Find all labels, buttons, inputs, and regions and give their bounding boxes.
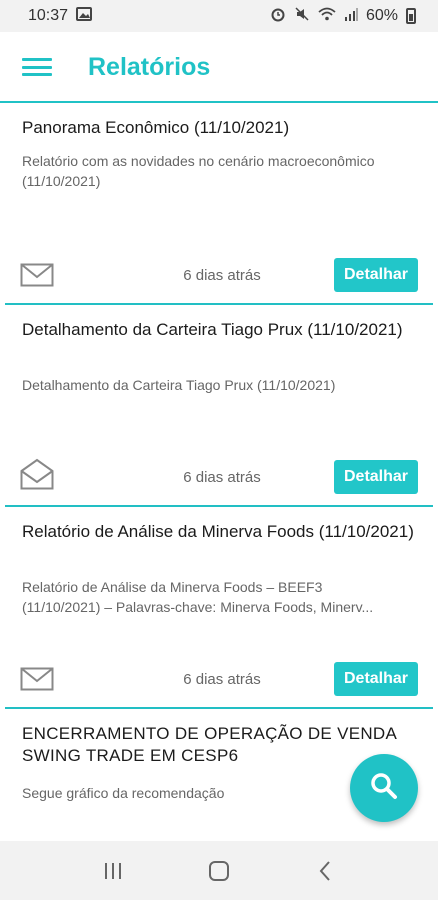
signal-icon [344,7,358,26]
battery-icon [406,8,416,24]
status-left: 10:37 [28,6,93,26]
detail-button[interactable]: Detalhar [334,258,418,292]
report-description-line-2: (11/10/2021) – Palavras-chave: Minerva F… [22,599,374,615]
status-right: 60% [270,6,416,27]
detail-button[interactable]: Detalhar [334,460,418,494]
report-description-line-1: Relatório de Análise da Minerva Foods – … [22,579,323,595]
report-footer: 6 dias atrás Detalhar [20,257,418,293]
back-icon[interactable] [305,851,345,891]
battery-percentage: 60% [365,7,398,24]
report-time: 6 dias atrás [183,670,261,688]
system-nav-bar [0,841,438,900]
report-footer: 6 dias atrás Detalhar [20,458,418,495]
read-envelope-icon [20,458,54,490]
app-bar: Relatórios [0,32,438,102]
report-time: 6 dias atrás [183,266,261,284]
status-bar: 10:37 60% [0,0,438,32]
recent-apps-icon[interactable] [93,851,133,891]
image-icon [76,6,93,26]
report-title: ENCERRAMENTO DE OPERAÇÃO DE VENDA SWING … [22,724,397,765]
unread-envelope-icon [20,666,54,692]
reports-list[interactable]: Panorama Econômico (11/10/2021) Relatóri… [0,103,438,841]
report-title: Detalhamento da Carteira Tiago Prux (11/… [22,320,403,339]
report-description: Detalhamento da Carteira Tiago Prux (11/… [22,377,336,393]
page-title: Relatórios [88,52,211,81]
search-fab[interactable] [350,754,418,822]
report-time: 6 dias atrás [183,468,261,486]
status-time: 10:37 [28,7,69,24]
report-card: Relatório de Análise da Minerva Foods (1… [0,507,438,709]
hamburger-menu-icon[interactable] [22,56,52,78]
mute-icon [294,6,310,27]
wifi-icon [318,7,336,26]
alarm-icon [270,6,286,27]
report-title: Relatório de Análise da Minerva Foods (1… [22,522,414,541]
report-card: Detalhamento da Carteira Tiago Prux (11/… [0,305,438,507]
unread-envelope-icon [20,262,54,288]
search-icon [369,771,399,806]
home-icon[interactable] [199,851,239,891]
report-footer: 6 dias atrás Detalhar [20,661,418,697]
detail-button[interactable]: Detalhar [334,662,418,696]
report-description: Relatório com as novidades no cenário ma… [22,153,375,189]
report-title: Panorama Econômico (11/10/2021) [22,118,290,137]
report-card: Panorama Econômico (11/10/2021) Relatóri… [0,103,438,305]
